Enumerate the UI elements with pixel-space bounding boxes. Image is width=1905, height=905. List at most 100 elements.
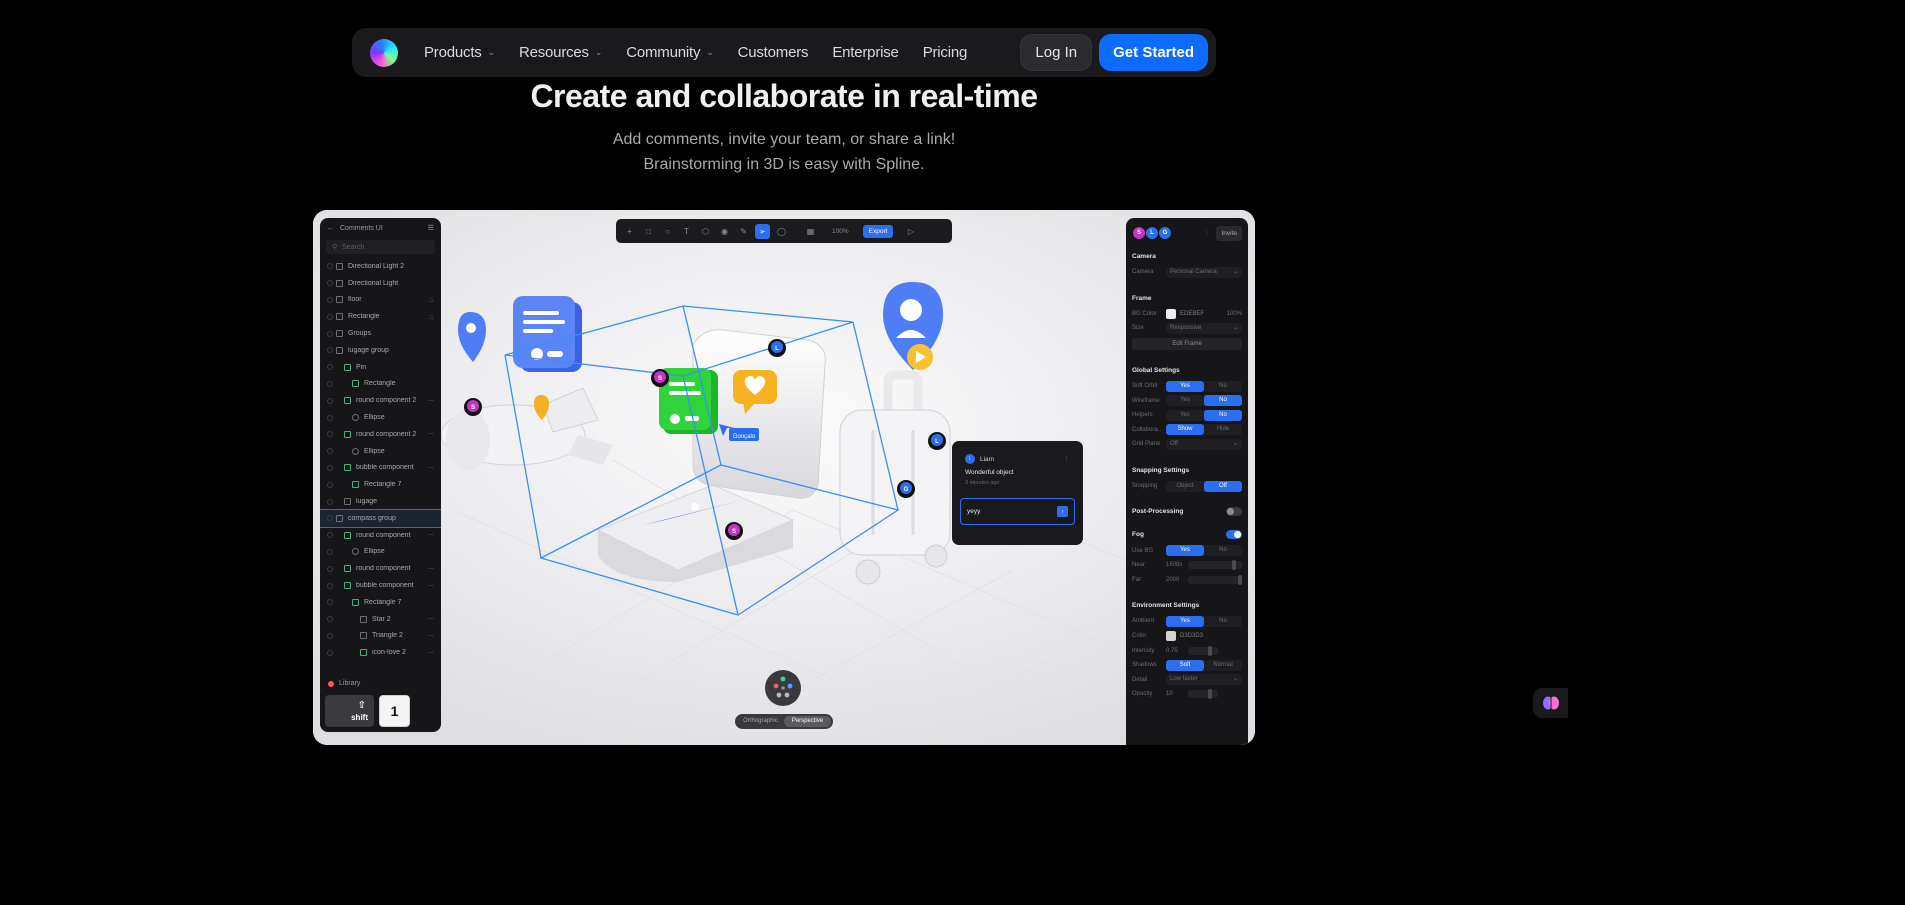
comment-marker-5[interactable]: G <box>897 480 915 498</box>
camera-select[interactable]: Personal Camera ⌄ <box>1166 266 1242 278</box>
comment-reply-input[interactable]: yeyy › <box>960 498 1075 525</box>
use-bg-no[interactable]: No <box>1204 545 1242 556</box>
soft-orbit-no[interactable]: No <box>1204 381 1242 392</box>
layer-row[interactable]: Directional Light 2 <box>320 258 441 275</box>
near-slider[interactable] <box>1188 560 1242 571</box>
export-button[interactable]: Export <box>862 224 894 238</box>
collaborators-hide[interactable]: Hide <box>1204 424 1242 435</box>
post-processing-switch[interactable] <box>1226 507 1242 517</box>
layer-row[interactable]: compass group <box>320 508 441 528</box>
bg-color-value[interactable]: EDEBEF <box>1180 311 1227 317</box>
visibility-icon[interactable] <box>327 599 333 606</box>
layer-row[interactable]: Triangle 2 — <box>320 628 441 645</box>
lock-icon[interactable]: △ <box>429 313 434 320</box>
spline-logo[interactable] <box>370 38 398 67</box>
layer-row[interactable]: lugage group <box>320 342 441 359</box>
snapping-off[interactable]: Off <box>1204 480 1242 492</box>
more-options-icon[interactable]: — <box>428 633 434 639</box>
get-started-button[interactable]: Get Started <box>1099 34 1208 71</box>
detail-select[interactable]: Low faster ⌄ <box>1166 674 1242 686</box>
ellipse-tool-icon[interactable]: ○ <box>660 224 675 239</box>
layer-row[interactable]: Groups <box>320 325 441 342</box>
layer-row[interactable]: round component — <box>320 527 441 544</box>
visibility-icon[interactable] <box>327 616 333 623</box>
play-icon[interactable]: ▷ <box>903 224 918 239</box>
nav-item-pricing[interactable]: Pricing <box>923 44 968 61</box>
opacity-value[interactable]: 10 <box>1166 691 1188 697</box>
visibility-icon[interactable] <box>327 481 333 488</box>
grid-plane-select[interactable]: Off ⌄ <box>1166 438 1242 450</box>
frame-tool-icon[interactable]: ▦ <box>803 224 818 239</box>
more-options-icon[interactable]: — <box>428 398 434 404</box>
layer-row[interactable]: bubble component — <box>320 577 441 594</box>
layers-search[interactable]: ⚲ Search <box>326 240 435 254</box>
far-value[interactable]: 2000 <box>1166 577 1188 583</box>
visibility-icon[interactable] <box>327 582 333 589</box>
library-item[interactable]: Library <box>328 680 360 687</box>
text-tool-icon[interactable]: T <box>679 224 694 239</box>
collaborators-show[interactable]: Show <box>1166 424 1204 436</box>
lock-icon[interactable]: △ <box>429 296 434 303</box>
soft-orbit-yes[interactable]: Yes <box>1166 380 1204 392</box>
paint-tool-icon[interactable]: ◉ <box>717 224 732 239</box>
helpers-no[interactable]: No <box>1204 409 1242 421</box>
intensity-value[interactable]: 0.75 <box>1166 648 1188 654</box>
visibility-icon[interactable] <box>327 548 333 555</box>
wireframe-yes[interactable]: Yes <box>1166 395 1204 406</box>
layer-row[interactable]: round component 2 — <box>320 392 441 409</box>
avatar-l[interactable]: L <box>1145 226 1159 240</box>
more-options-icon[interactable]: — <box>428 616 434 622</box>
layer-row[interactable]: icon-love 2 — <box>320 644 441 661</box>
more-options-icon[interactable]: — <box>428 583 434 589</box>
layer-row[interactable]: Ellipse <box>320 544 441 561</box>
comment-marker-4[interactable]: L <box>928 432 946 450</box>
size-select[interactable]: Responsive ⌄ <box>1166 322 1242 334</box>
zoom-level[interactable]: 100% <box>832 228 849 235</box>
layer-row[interactable]: round component — <box>320 560 441 577</box>
shadows-soft[interactable]: Soft <box>1166 659 1204 671</box>
shadows-normal[interactable]: Normal <box>1204 660 1242 671</box>
layer-row[interactable]: Pin <box>320 359 441 376</box>
orthographic-option[interactable]: Orthographic <box>737 716 784 727</box>
visibility-icon[interactable] <box>327 364 333 371</box>
shape-tool-icon[interactable]: ⬡ <box>698 224 713 239</box>
visibility-icon[interactable] <box>327 263 333 270</box>
visibility-icon[interactable] <box>327 532 333 539</box>
bg-opacity-value[interactable]: 100% <box>1227 311 1242 317</box>
visibility-icon[interactable] <box>327 330 333 337</box>
login-button[interactable]: Log In <box>1020 34 1093 71</box>
env-color-value[interactable]: D3D3D3 <box>1180 633 1242 639</box>
file-name[interactable]: Comments UI <box>340 225 428 232</box>
edit-frame-button[interactable]: Edit Frame <box>1132 337 1242 350</box>
rectangle-tool-icon[interactable]: □ <box>641 224 656 239</box>
layer-row[interactable]: Rectangle <box>320 376 441 393</box>
back-arrow-icon[interactable]: ← <box>327 225 334 232</box>
visibility-icon[interactable] <box>327 515 333 522</box>
ambient-no[interactable]: No <box>1204 616 1242 627</box>
wireframe-no[interactable]: No <box>1204 395 1242 407</box>
layer-row[interactable]: Ellipse <box>320 443 441 460</box>
visibility-icon[interactable] <box>327 296 333 303</box>
avatar-s[interactable]: S <box>1132 226 1146 240</box>
visibility-icon[interactable] <box>327 313 333 320</box>
fog-switch[interactable] <box>1226 530 1242 540</box>
far-slider[interactable] <box>1188 574 1242 585</box>
add-icon[interactable]: + <box>622 224 637 239</box>
perspective-option[interactable]: Perspective <box>784 716 831 727</box>
near-value[interactable]: 1608x <box>1166 562 1188 568</box>
comment-tool-icon[interactable]: ◯ <box>774 224 789 239</box>
nav-item-customers[interactable]: Customers <box>738 44 809 61</box>
snapping-object[interactable]: Object <box>1166 481 1204 492</box>
visibility-icon[interactable] <box>327 347 333 354</box>
more-options-icon[interactable]: ⋮ <box>1064 455 1071 463</box>
nav-item-community[interactable]: Community ⌄ <box>626 44 714 61</box>
visibility-icon[interactable] <box>327 464 333 471</box>
menu-icon[interactable]: ☰ <box>428 224 434 232</box>
opacity-slider[interactable] <box>1188 689 1218 700</box>
nav-item-products[interactable]: Products ⌄ <box>424 44 495 61</box>
bg-color-swatch[interactable] <box>1166 308 1176 319</box>
layer-row[interactable]: Star 2 — <box>320 611 441 628</box>
pen-tool-icon[interactable]: ✎ <box>736 224 751 239</box>
visibility-icon[interactable] <box>327 414 333 421</box>
send-icon[interactable]: › <box>1057 506 1068 517</box>
